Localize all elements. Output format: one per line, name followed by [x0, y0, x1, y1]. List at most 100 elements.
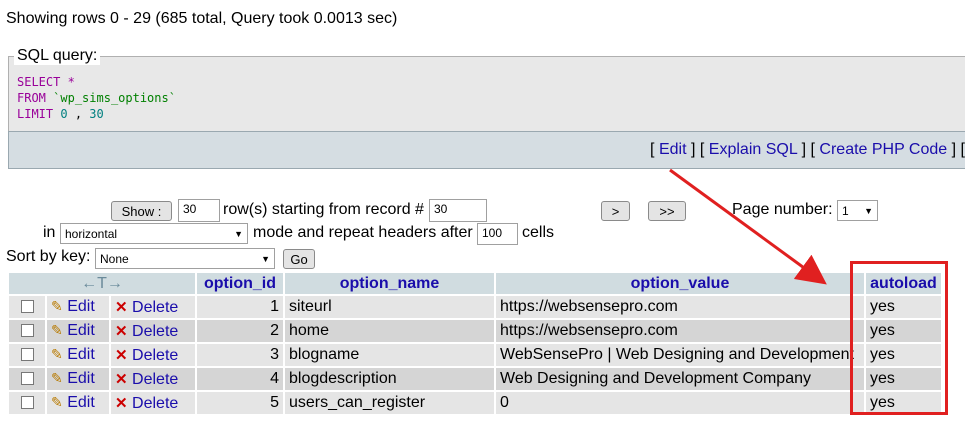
delete-x-icon: ✕	[115, 298, 128, 316]
bracket: ]	[951, 141, 957, 158]
results-table: ←T→ option_id option_name option_value a…	[7, 271, 943, 416]
row-edit-action[interactable]: ✎ Edit	[47, 344, 109, 366]
sql-line-select: SELECT *	[17, 74, 75, 90]
cell-option-id: 4	[197, 368, 283, 390]
column-arrows-header[interactable]: ←T→	[9, 273, 195, 294]
bracket: [	[699, 141, 705, 158]
cell-option-value: Web Designing and Development Company	[496, 368, 864, 390]
explain-sql-link[interactable]: Explain SQL	[709, 141, 797, 158]
sql-from-keyword: FROM	[17, 91, 46, 105]
row-edit-link[interactable]: Edit	[67, 394, 95, 411]
row-edit-action[interactable]: ✎ Edit	[47, 368, 109, 390]
row-checkbox[interactable]	[9, 296, 45, 318]
table-row: ✎ Edit ✕ Delete 2 home https://websensep…	[9, 320, 941, 342]
row-delete-link[interactable]: Delete	[132, 395, 178, 412]
rows-starting-label: row(s) starting from record #	[223, 201, 424, 218]
display-mode-select[interactable]: horizontal ▼	[60, 223, 248, 244]
edit-query-link[interactable]: Edit	[659, 141, 687, 158]
table-row: ✎ Edit ✕ Delete 4 blogdescription Web De…	[9, 368, 941, 390]
row-checkbox[interactable]	[9, 344, 45, 366]
sql-query-legend: SQL query:	[14, 47, 101, 65]
row-checkbox[interactable]	[9, 368, 45, 390]
repeat-headers-input[interactable]: 100	[477, 223, 518, 245]
chevron-down-icon: ▼	[864, 205, 873, 216]
cell-option-value: 0	[496, 392, 864, 414]
row-checkbox[interactable]	[9, 320, 45, 342]
row-edit-link[interactable]: Edit	[67, 322, 95, 339]
sort-by-value: None	[100, 251, 129, 266]
row-edit-action[interactable]: ✎ Edit	[47, 320, 109, 342]
pencil-icon: ✎	[51, 346, 63, 362]
delete-x-icon: ✕	[115, 394, 128, 412]
bracket: [	[650, 141, 655, 158]
cell-option-name: siteurl	[285, 296, 494, 318]
page-number-label: Page number:	[732, 201, 833, 218]
row-delete-action[interactable]: ✕ Delete	[111, 344, 195, 366]
cells-label: cells	[522, 224, 555, 241]
pencil-icon: ✎	[51, 394, 63, 410]
repeat-headers-label: mode and repeat headers after	[253, 224, 473, 241]
display-mode-value: horizontal	[65, 226, 118, 241]
table-header-row: ←T→ option_id option_name option_value a…	[9, 273, 941, 294]
sort-by-label: Sort by key:	[6, 248, 91, 265]
annotation-highlight-box	[850, 261, 948, 415]
cell-option-value: https://websensepro.com	[496, 296, 864, 318]
sql-star: *	[67, 75, 75, 89]
sort-by-select[interactable]: None ▼	[95, 248, 275, 269]
next-page-button[interactable]: >	[601, 201, 630, 221]
row-edit-link[interactable]: Edit	[67, 298, 95, 315]
column-header-option-name[interactable]: option_name	[285, 273, 494, 294]
bracket: [	[810, 141, 815, 158]
row-edit-link[interactable]: Edit	[67, 370, 95, 387]
table-row: ✎ Edit ✕ Delete 5 users_can_register 0 y…	[9, 392, 941, 414]
rows-count-input[interactable]: 30	[178, 199, 220, 222]
checkbox-icon[interactable]	[20, 396, 34, 410]
bracket: [	[960, 141, 965, 158]
row-delete-action[interactable]: ✕ Delete	[111, 320, 195, 342]
cell-option-name: home	[285, 320, 494, 342]
table-row: ✎ Edit ✕ Delete 3 blogname WebSensePro |…	[9, 344, 941, 366]
create-php-code-link[interactable]: Create PHP Code	[819, 141, 947, 158]
column-header-option-value[interactable]: option_value	[496, 273, 864, 294]
sql-line-from: FROM `wp_sims_options`	[17, 90, 176, 106]
start-record-input[interactable]: 30	[429, 199, 487, 222]
row-delete-action[interactable]: ✕ Delete	[111, 392, 195, 414]
cell-option-id: 2	[197, 320, 283, 342]
cell-option-id: 1	[197, 296, 283, 318]
query-links: [ Edit ] [ Explain SQL ] [ Create PHP Co…	[650, 141, 965, 159]
row-delete-link[interactable]: Delete	[132, 323, 178, 340]
in-label: in	[43, 224, 56, 241]
pencil-icon: ✎	[51, 322, 63, 338]
column-header-option-id[interactable]: option_id	[197, 273, 283, 294]
row-edit-action[interactable]: ✎ Edit	[47, 296, 109, 318]
chevron-down-icon: ▼	[261, 253, 270, 264]
page-number-value: 1	[842, 203, 849, 218]
checkbox-icon[interactable]	[20, 348, 34, 362]
row-delete-action[interactable]: ✕ Delete	[111, 368, 195, 390]
sql-limit-offset: 0	[60, 107, 68, 121]
row-delete-link[interactable]: Delete	[132, 299, 178, 316]
row-delete-action[interactable]: ✕ Delete	[111, 296, 195, 318]
delete-x-icon: ✕	[115, 322, 128, 340]
table-row: ✎ Edit ✕ Delete 1 siteurl https://websen…	[9, 296, 941, 318]
row-edit-link[interactable]: Edit	[67, 346, 95, 363]
sql-line-limit: LIMIT 0 , 30	[17, 106, 104, 122]
bracket: ]	[690, 141, 696, 158]
pencil-icon: ✎	[51, 370, 63, 386]
cell-option-value: WebSensePro | Web Designing and Developm…	[496, 344, 864, 366]
last-page-button[interactable]: >>	[648, 201, 686, 221]
row-delete-link[interactable]: Delete	[132, 371, 178, 388]
row-checkbox[interactable]	[9, 392, 45, 414]
checkbox-icon[interactable]	[20, 324, 34, 338]
page-number-select[interactable]: 1 ▼	[837, 200, 878, 221]
status-message: Showing rows 0 - 29 (685 total, Query to…	[6, 10, 398, 27]
checkbox-icon[interactable]	[20, 372, 34, 386]
checkbox-icon[interactable]	[20, 300, 34, 314]
row-delete-link[interactable]: Delete	[132, 347, 178, 364]
sql-limit-count: 30	[89, 107, 104, 121]
bracket: ]	[801, 141, 807, 158]
go-button[interactable]: Go	[283, 249, 315, 269]
row-edit-action[interactable]: ✎ Edit	[47, 392, 109, 414]
show-button[interactable]: Show :	[111, 201, 172, 221]
sql-limit-comma: ,	[74, 107, 83, 121]
